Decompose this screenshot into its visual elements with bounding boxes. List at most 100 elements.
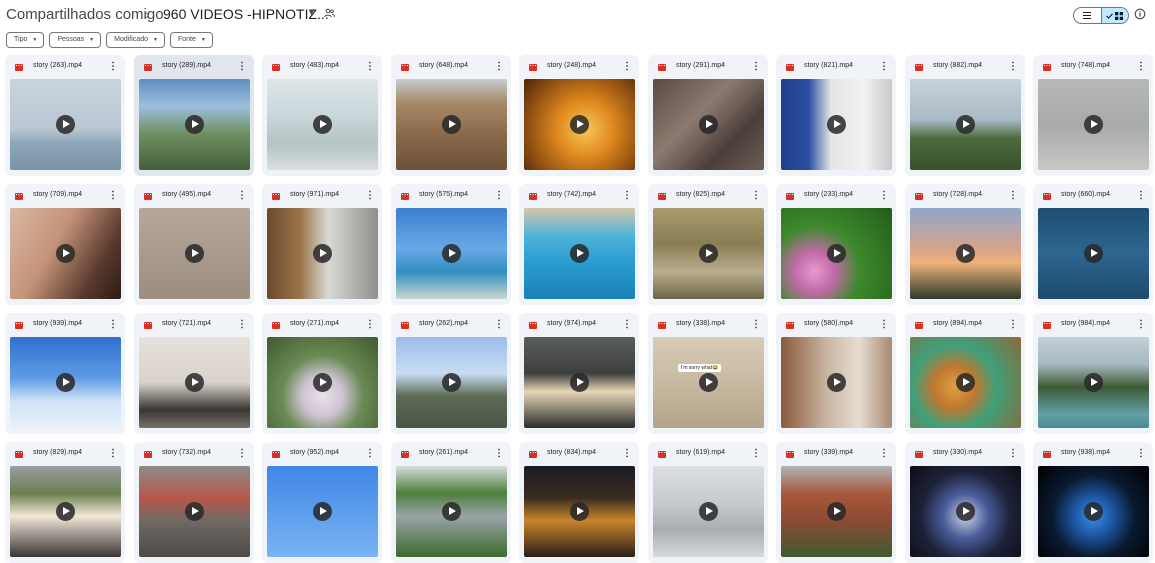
more-vert-icon[interactable] <box>1139 190 1143 200</box>
more-vert-icon[interactable] <box>497 61 501 71</box>
play-icon[interactable] <box>185 115 204 134</box>
video-thumbnail[interactable] <box>396 208 507 299</box>
more-vert-icon[interactable] <box>1011 319 1015 329</box>
file-card[interactable]: story (289).mp4 <box>134 55 254 176</box>
more-vert-icon[interactable] <box>1139 61 1143 71</box>
more-vert-icon[interactable] <box>625 319 629 329</box>
play-icon[interactable] <box>56 115 75 134</box>
file-card[interactable]: story (939).mp4 <box>5 313 125 434</box>
file-card[interactable]: story (619).mp4 <box>648 442 768 563</box>
video-thumbnail[interactable] <box>781 208 892 299</box>
more-vert-icon[interactable] <box>240 61 244 71</box>
file-card[interactable]: story (894).mp4 <box>905 313 1025 434</box>
play-icon[interactable] <box>570 502 589 521</box>
more-vert-icon[interactable] <box>1011 448 1015 458</box>
video-thumbnail[interactable] <box>396 466 507 557</box>
play-icon[interactable] <box>442 244 461 263</box>
play-icon[interactable] <box>699 115 718 134</box>
play-icon[interactable] <box>442 373 461 392</box>
file-card[interactable]: story (660).mp4 <box>1033 184 1153 305</box>
file-card[interactable]: story (721).mp4 <box>134 313 254 434</box>
list-view-button[interactable] <box>1074 8 1101 23</box>
more-vert-icon[interactable] <box>1139 448 1143 458</box>
more-vert-icon[interactable] <box>368 190 372 200</box>
play-icon[interactable] <box>1084 502 1103 521</box>
more-vert-icon[interactable] <box>111 319 115 329</box>
video-thumbnail[interactable] <box>524 337 635 428</box>
file-card[interactable]: story (821).mp4 <box>776 55 896 176</box>
play-icon[interactable] <box>827 502 846 521</box>
more-vert-icon[interactable] <box>625 190 629 200</box>
more-vert-icon[interactable] <box>240 319 244 329</box>
file-card[interactable]: story (330).mp4 <box>905 442 1025 563</box>
video-thumbnail[interactable] <box>910 208 1021 299</box>
play-icon[interactable] <box>185 373 204 392</box>
play-icon[interactable] <box>827 115 846 134</box>
more-vert-icon[interactable] <box>111 448 115 458</box>
video-thumbnail[interactable]: I'm sorry what😂 <box>653 337 764 428</box>
video-thumbnail[interactable] <box>139 337 250 428</box>
play-icon[interactable] <box>442 502 461 521</box>
filter-source[interactable]: Fonte ▼ <box>169 32 213 48</box>
play-icon[interactable] <box>827 373 846 392</box>
video-thumbnail[interactable] <box>524 466 635 557</box>
file-card[interactable]: story (483).mp4 <box>262 55 382 176</box>
play-icon[interactable] <box>570 373 589 392</box>
play-icon[interactable] <box>313 502 332 521</box>
video-thumbnail[interactable] <box>139 466 250 557</box>
play-icon[interactable] <box>1084 244 1103 263</box>
file-card[interactable]: story (648).mp4 <box>391 55 511 176</box>
more-vert-icon[interactable] <box>240 448 244 458</box>
play-icon[interactable] <box>956 244 975 263</box>
file-card[interactable]: story (271).mp4 <box>262 313 382 434</box>
more-vert-icon[interactable] <box>754 61 758 71</box>
play-icon[interactable] <box>956 115 975 134</box>
more-vert-icon[interactable] <box>625 61 629 71</box>
more-vert-icon[interactable] <box>1011 61 1015 71</box>
video-thumbnail[interactable] <box>267 208 378 299</box>
grid-view-button[interactable] <box>1100 8 1128 23</box>
play-icon[interactable] <box>185 502 204 521</box>
video-thumbnail[interactable] <box>910 337 1021 428</box>
play-icon[interactable] <box>56 373 75 392</box>
play-icon[interactable] <box>699 502 718 521</box>
video-thumbnail[interactable] <box>781 337 892 428</box>
more-vert-icon[interactable] <box>240 190 244 200</box>
more-vert-icon[interactable] <box>111 190 115 200</box>
video-thumbnail[interactable] <box>10 466 121 557</box>
more-vert-icon[interactable] <box>497 319 501 329</box>
file-card[interactable]: story (971).mp4 <box>262 184 382 305</box>
play-icon[interactable] <box>56 244 75 263</box>
more-vert-icon[interactable] <box>111 61 115 71</box>
file-card[interactable]: story (248).mp4 <box>519 55 639 176</box>
more-vert-icon[interactable] <box>882 448 886 458</box>
video-thumbnail[interactable] <box>10 79 121 170</box>
file-card[interactable]: story (291).mp4 <box>648 55 768 176</box>
more-vert-icon[interactable] <box>368 61 372 71</box>
more-vert-icon[interactable] <box>625 448 629 458</box>
filter-modified[interactable]: Modificado ▼ <box>106 32 165 48</box>
file-card[interactable]: story (984).mp4 <box>1033 313 1153 434</box>
video-thumbnail[interactable] <box>396 79 507 170</box>
file-card[interactable]: story (974).mp4 <box>519 313 639 434</box>
file-card[interactable]: story (825).mp4 <box>648 184 768 305</box>
file-card[interactable]: story (575).mp4 <box>391 184 511 305</box>
file-card[interactable]: story (338).mp4 I'm sorry what😂 <box>648 313 768 434</box>
video-thumbnail[interactable] <box>396 337 507 428</box>
more-vert-icon[interactable] <box>1011 190 1015 200</box>
play-icon[interactable] <box>56 502 75 521</box>
more-vert-icon[interactable] <box>754 190 758 200</box>
more-vert-icon[interactable] <box>882 61 886 71</box>
video-thumbnail[interactable] <box>10 337 121 428</box>
file-card[interactable]: story (742).mp4 <box>519 184 639 305</box>
filter-type[interactable]: Tipo ▼ <box>6 32 45 48</box>
play-icon[interactable] <box>570 115 589 134</box>
video-thumbnail[interactable] <box>781 466 892 557</box>
video-thumbnail[interactable] <box>267 79 378 170</box>
more-vert-icon[interactable] <box>754 319 758 329</box>
play-icon[interactable] <box>1084 373 1103 392</box>
file-card[interactable]: story (882).mp4 <box>905 55 1025 176</box>
play-icon[interactable] <box>313 244 332 263</box>
play-icon[interactable] <box>1084 115 1103 134</box>
video-thumbnail[interactable] <box>267 337 378 428</box>
